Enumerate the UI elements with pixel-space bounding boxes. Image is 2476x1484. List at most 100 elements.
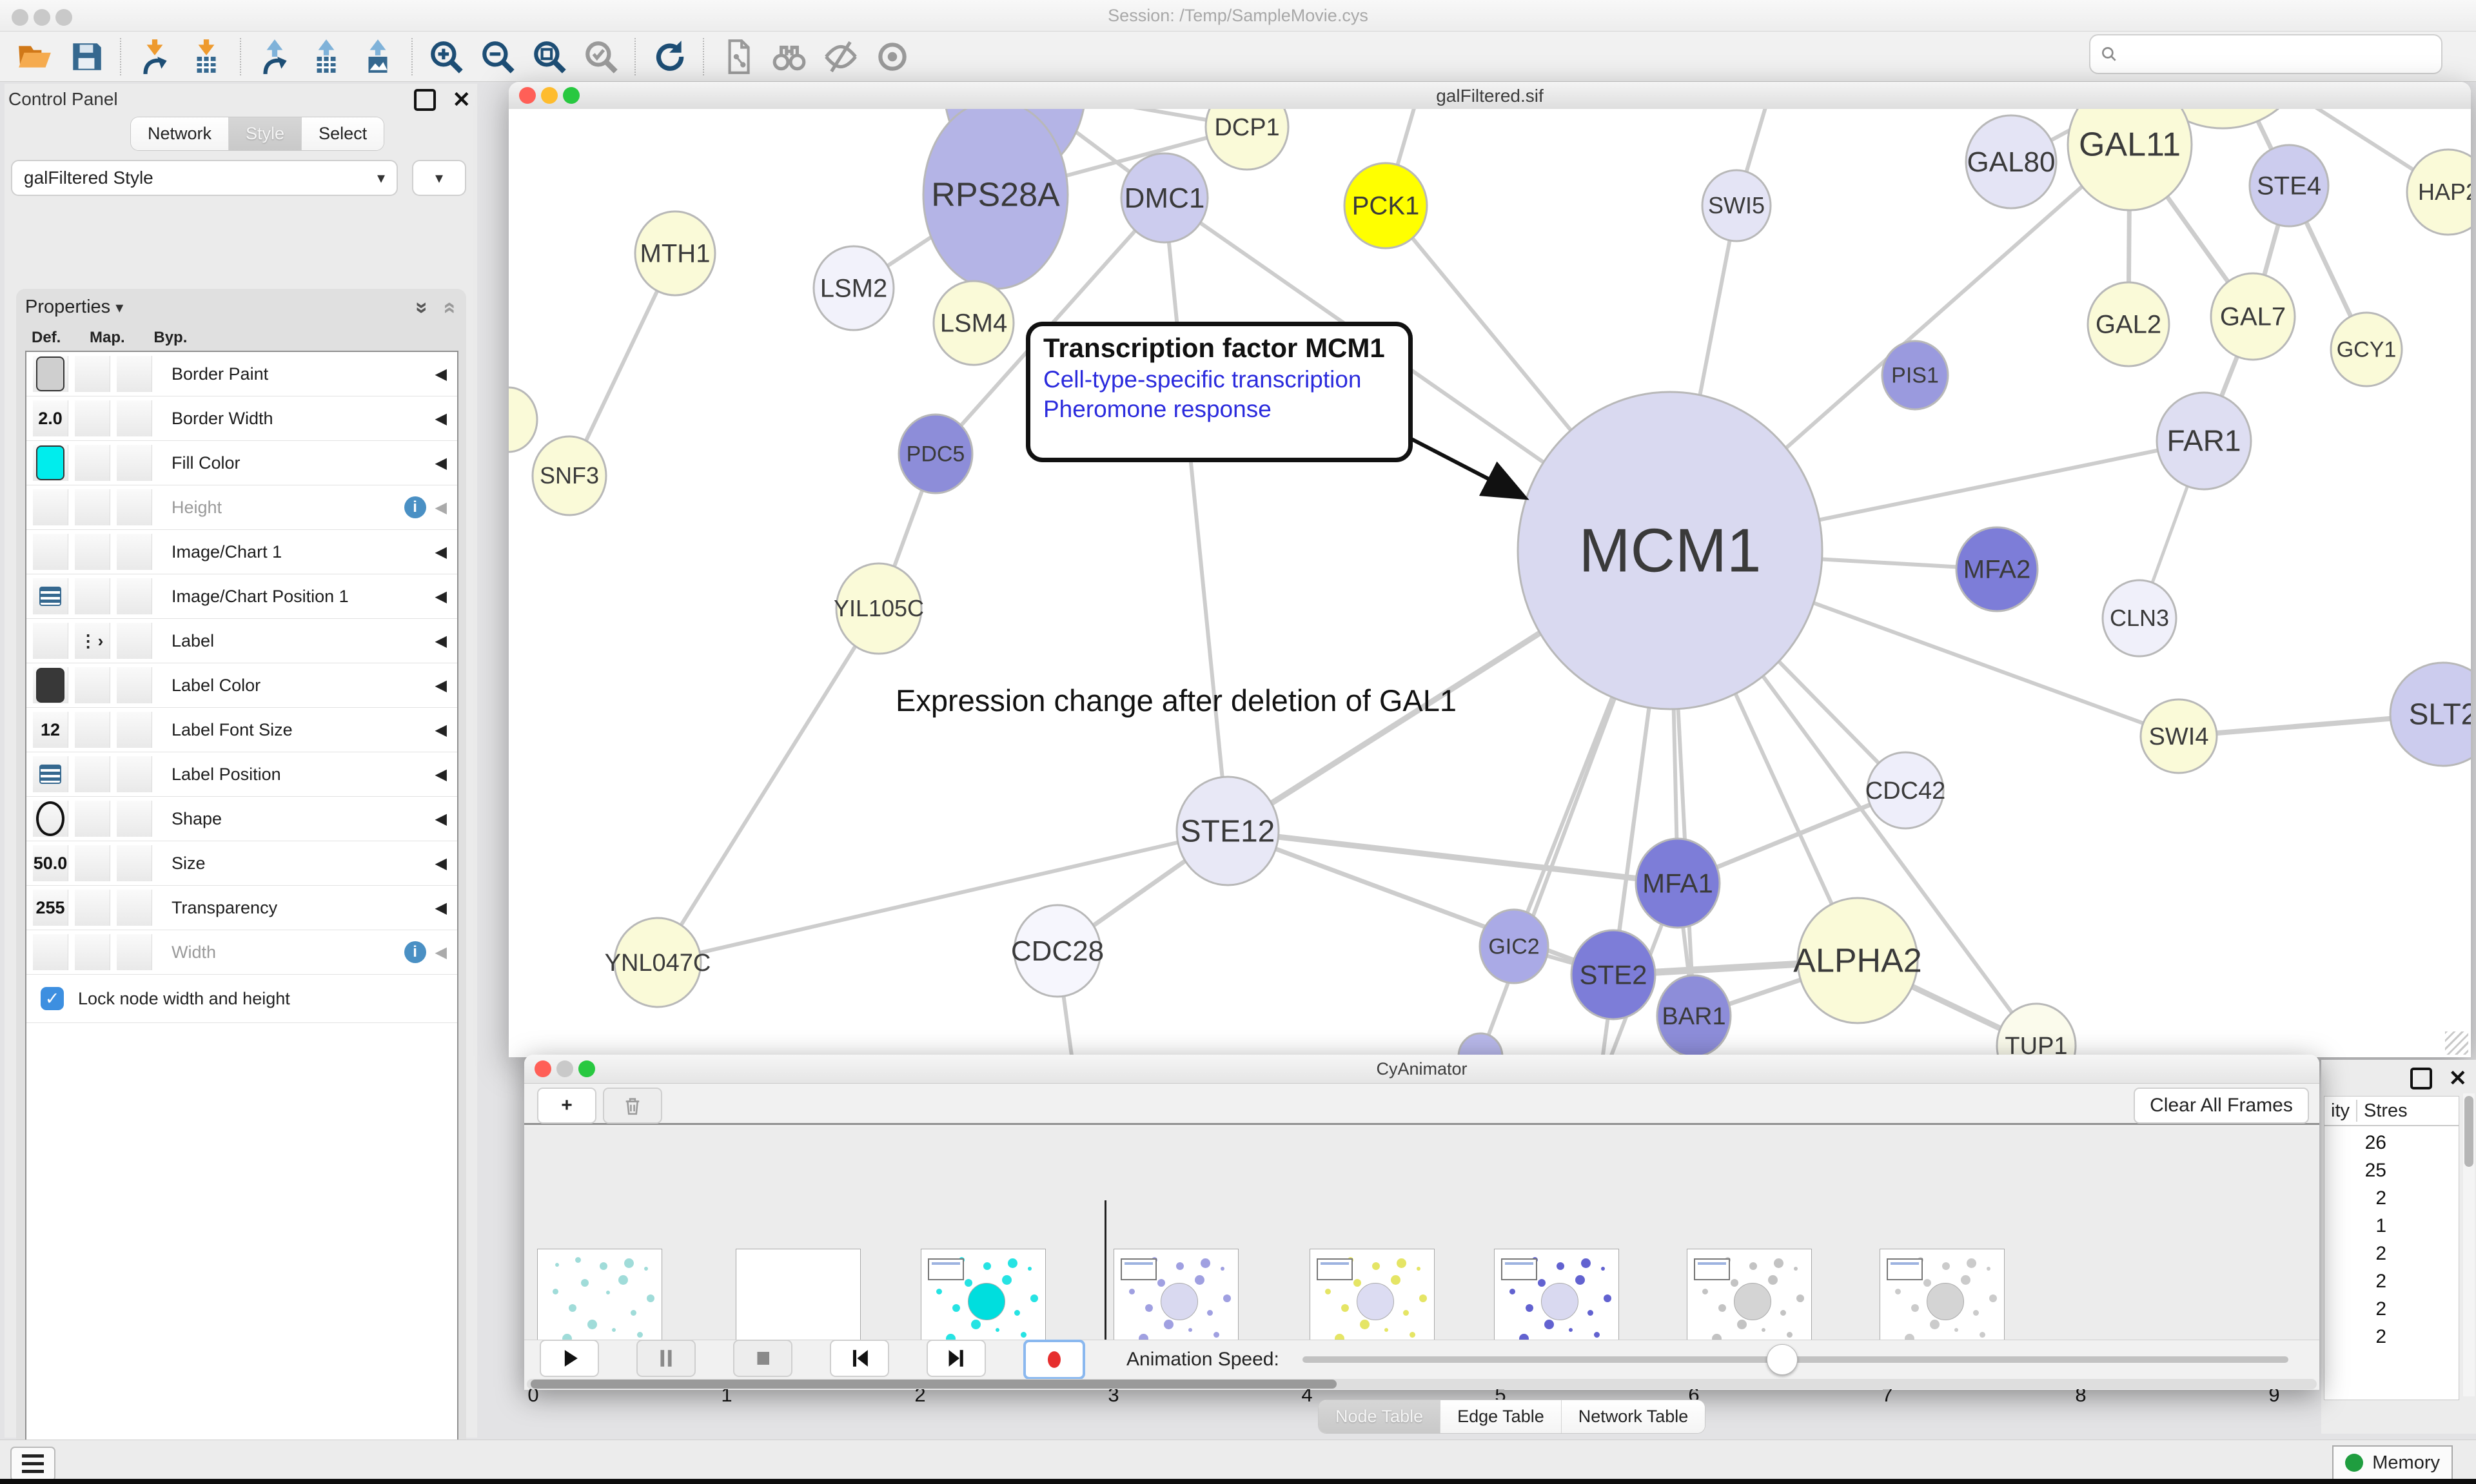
property-row-image-chart-1[interactable]: Image/Chart 1◀ (26, 530, 457, 574)
table-cell[interactable]: 2 (2324, 1271, 2386, 1293)
table-cell[interactable]: 2 (2324, 1326, 2386, 1348)
property-row-width[interactable]: Width◀ (26, 930, 457, 975)
annotation-box[interactable]: Transcription factor MCM1 Cell-type-spec… (1026, 322, 1413, 462)
keyframe-thumbnail-1[interactable] (537, 1249, 662, 1348)
expand-row-icon[interactable]: ◀ (435, 454, 447, 473)
import-network-icon[interactable] (133, 35, 176, 78)
mapping-icon[interactable]: ⋮› (80, 631, 105, 651)
close-panel-icon[interactable]: ✕ (453, 92, 471, 108)
stop-button[interactable] (733, 1340, 792, 1377)
keyframe-thumbnail-2[interactable] (736, 1249, 861, 1348)
slider-knob[interactable] (1767, 1344, 1798, 1375)
zoom-in-icon[interactable] (425, 35, 467, 78)
property-row-label-position[interactable]: Label Position◀ (26, 752, 457, 797)
network-document-icon[interactable] (716, 35, 759, 78)
expand-row-icon[interactable]: ◀ (435, 409, 447, 428)
zoom-fit-icon[interactable] (528, 35, 571, 78)
tab-network-table[interactable]: Network Table (1562, 1400, 1705, 1433)
tab-style[interactable]: Style (229, 117, 302, 150)
resize-grip[interactable] (2445, 1031, 2468, 1055)
keyframe-thumbnail-4[interactable] (1114, 1249, 1239, 1348)
float-panel-icon[interactable] (2410, 1068, 2432, 1089)
search-field[interactable] (2089, 34, 2442, 74)
style-selector[interactable]: galFiltered Style ▾ (11, 160, 398, 196)
expand-row-icon[interactable]: ◀ (435, 943, 447, 962)
annotation-link[interactable]: Pheromone response (1043, 396, 1395, 423)
property-row-label-font-size[interactable]: 12Label Font Size◀ (26, 708, 457, 752)
network-canvas[interactable]: DCP1RPS28ADMC1PCK1SWI5GAL80GAL11STE4HAP2… (509, 109, 2471, 1057)
property-row-size[interactable]: 50.0Size◀ (26, 841, 457, 886)
binoculars-icon[interactable] (768, 35, 811, 78)
keyframe-thumbnail-6[interactable] (1494, 1249, 1619, 1348)
property-row-fill-color[interactable]: Fill Color◀ (26, 441, 457, 485)
search-input[interactable] (2125, 43, 2432, 65)
property-row-image-chart-position-1[interactable]: Image/Chart Position 1◀ (26, 574, 457, 619)
expand-row-icon[interactable]: ◀ (435, 810, 447, 828)
expand-row-icon[interactable]: ◀ (435, 498, 447, 517)
keyframe-thumbnail-5[interactable] (1310, 1249, 1435, 1348)
property-row-label-color[interactable]: Label Color◀ (26, 663, 457, 708)
close-panel-icon[interactable]: ✕ (2449, 1070, 2468, 1087)
expand-row-icon[interactable]: ◀ (435, 365, 447, 384)
show-graphics-icon[interactable] (871, 35, 914, 78)
keyframe-thumbnail-7[interactable] (1687, 1249, 1812, 1348)
tab-edge-table[interactable]: Edge Table (1440, 1400, 1562, 1433)
info-icon[interactable] (404, 496, 426, 518)
default-value-swatch[interactable] (36, 668, 64, 703)
property-row-border-width[interactable]: 2.0Border Width◀ (26, 396, 457, 441)
default-value-swatch[interactable] (36, 445, 64, 480)
collapse-all-icon[interactable]: » (436, 302, 461, 314)
table-cell[interactable]: 1 (2324, 1215, 2386, 1237)
table-cell[interactable]: 25 (2324, 1160, 2386, 1182)
expand-row-icon[interactable]: ◀ (435, 721, 447, 739)
network-window-titlebar[interactable]: galFiltered.sif (509, 82, 2471, 110)
default-value-swatch[interactable] (36, 356, 64, 391)
skip-end-button[interactable] (927, 1340, 986, 1377)
export-image-icon[interactable] (357, 35, 399, 78)
timeline[interactable]: 0123456789 Seconds (524, 1127, 2319, 1340)
expand-row-icon[interactable]: ◀ (435, 854, 447, 873)
play-button[interactable] (540, 1340, 599, 1377)
expand-row-icon[interactable]: ◀ (435, 587, 447, 606)
task-history-button[interactable] (10, 1447, 55, 1481)
record-button[interactable] (1023, 1340, 1085, 1380)
animation-speed-slider[interactable] (1302, 1356, 2288, 1363)
zoom-selected-icon[interactable] (580, 35, 622, 78)
node-table-fragment[interactable]: ity Stres 2625212222 (2324, 1096, 2459, 1400)
table-cell[interactable]: 2 (2324, 1298, 2386, 1320)
clear-all-frames-button[interactable]: Clear All Frames (2134, 1088, 2309, 1124)
delete-frame-button[interactable] (603, 1088, 662, 1124)
property-row-transparency[interactable]: 255Transparency◀ (26, 886, 457, 930)
tab-network[interactable]: Network (131, 117, 229, 150)
expand-row-icon[interactable]: ◀ (435, 632, 447, 650)
keyframe-thumbnail-3[interactable] (921, 1249, 1046, 1348)
property-row-shape[interactable]: Shape◀ (26, 797, 457, 841)
network-graph[interactable]: DCP1RPS28ADMC1PCK1SWI5GAL80GAL11STE4HAP2… (509, 109, 2471, 1057)
hide-graphics-icon[interactable] (820, 35, 862, 78)
save-session-icon[interactable] (65, 35, 108, 78)
refresh-layout-icon[interactable] (648, 35, 691, 78)
property-row-height[interactable]: Height◀ (26, 485, 457, 530)
expand-row-icon[interactable]: ◀ (435, 765, 447, 784)
table-cell[interactable]: 2 (2324, 1187, 2386, 1209)
expand-row-icon[interactable]: ◀ (435, 899, 447, 917)
annotation-link[interactable]: Cell-type-specific transcription (1043, 366, 1395, 393)
edge[interactable] (658, 609, 879, 962)
skip-start-button[interactable] (830, 1340, 889, 1377)
zoom-out-icon[interactable] (477, 35, 519, 78)
chevron-down-icon[interactable]: ▾ (115, 299, 123, 317)
edge[interactable] (1164, 198, 1228, 831)
export-table-icon[interactable] (305, 35, 348, 78)
import-table-icon[interactable] (185, 35, 228, 78)
tab-select[interactable]: Select (302, 117, 384, 150)
style-options-button[interactable]: ▾ (412, 160, 466, 196)
keyframe-thumbnail-8[interactable] (1880, 1249, 2005, 1348)
tab-node-table[interactable]: Node Table (1319, 1400, 1440, 1433)
info-icon[interactable] (404, 941, 426, 963)
node-botcut[interactable] (1459, 1033, 1502, 1057)
table-cell[interactable]: 26 (2324, 1132, 2386, 1154)
add-frame-button[interactable]: + (537, 1088, 596, 1124)
timeline-horizontal-scrollbar[interactable] (527, 1379, 2317, 1389)
node-leftcut[interactable] (509, 387, 537, 452)
float-panel-icon[interactable] (414, 89, 436, 111)
